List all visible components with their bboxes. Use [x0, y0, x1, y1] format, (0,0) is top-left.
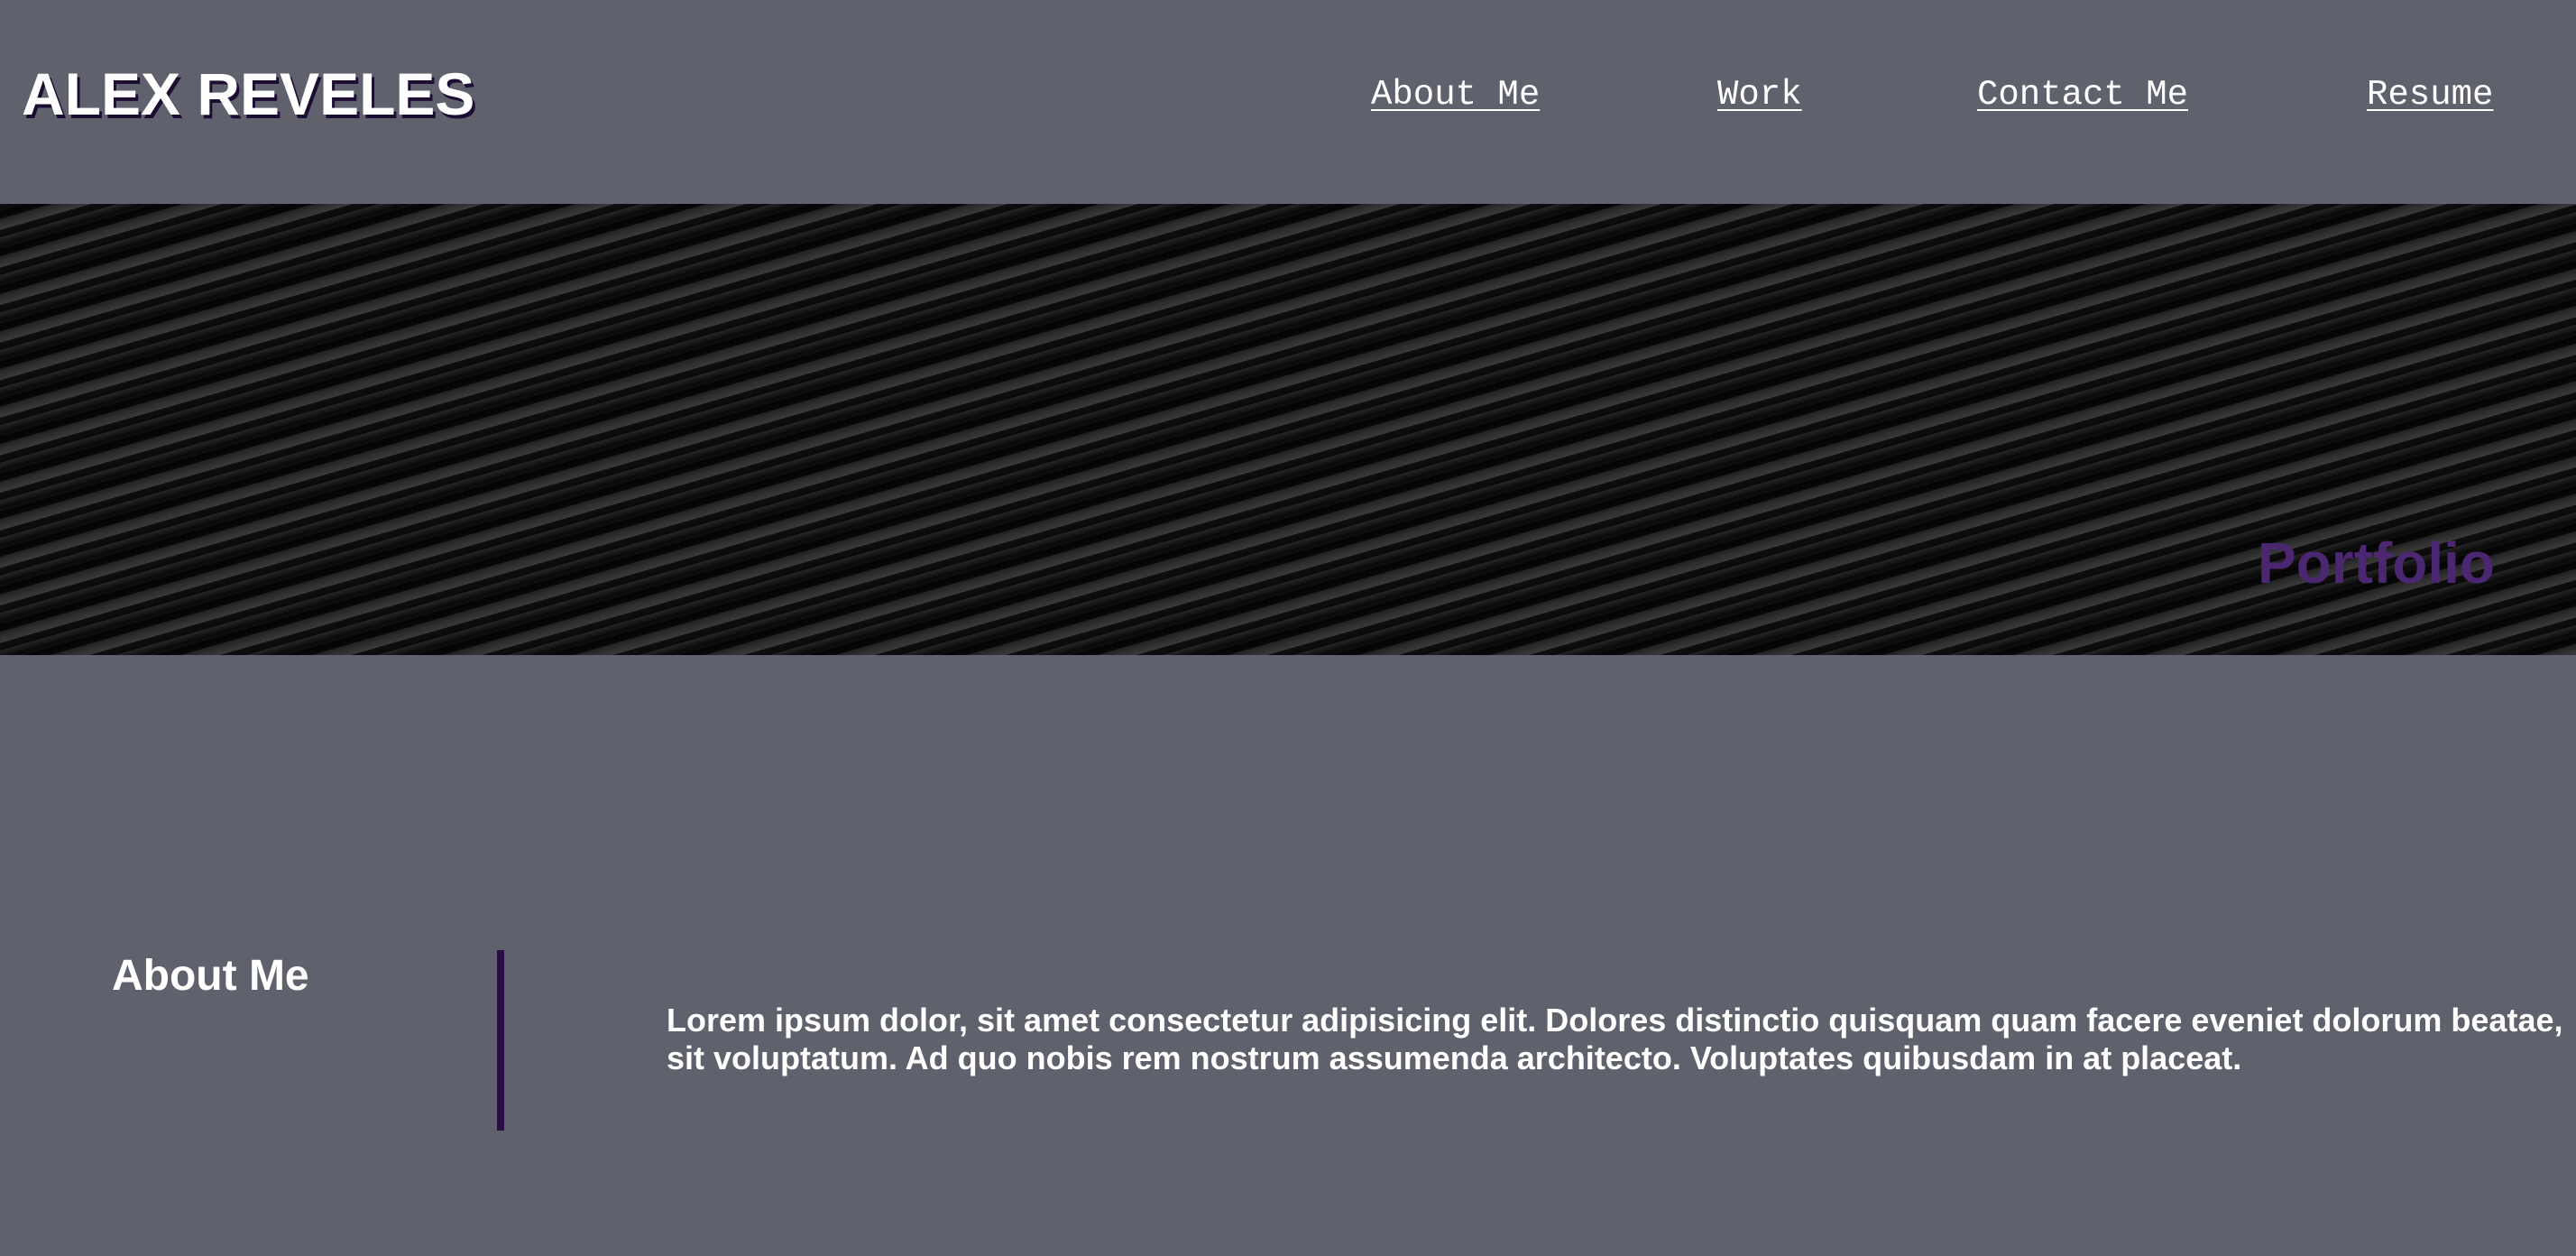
- about-heading: About Me: [112, 952, 309, 1000]
- nav-link-resume[interactable]: Resume: [2367, 70, 2493, 119]
- nav-link-work[interactable]: Work: [1717, 70, 1802, 119]
- nav-link-about-me[interactable]: About Me: [1371, 70, 1540, 119]
- nav-link-contact-me[interactable]: Contact Me: [1977, 70, 2188, 119]
- site-header: ALEX REVELES About Me Work Contact Me Re…: [0, 0, 2576, 204]
- hero-title: Portfolio: [2257, 531, 2495, 596]
- about-text: Lorem ipsum dolor, sit amet consectetur …: [667, 1002, 2563, 1076]
- site-name: ALEX REVELES: [22, 60, 475, 127]
- hero-banner: Portfolio: [0, 204, 2576, 655]
- about-divider: [497, 950, 504, 1131]
